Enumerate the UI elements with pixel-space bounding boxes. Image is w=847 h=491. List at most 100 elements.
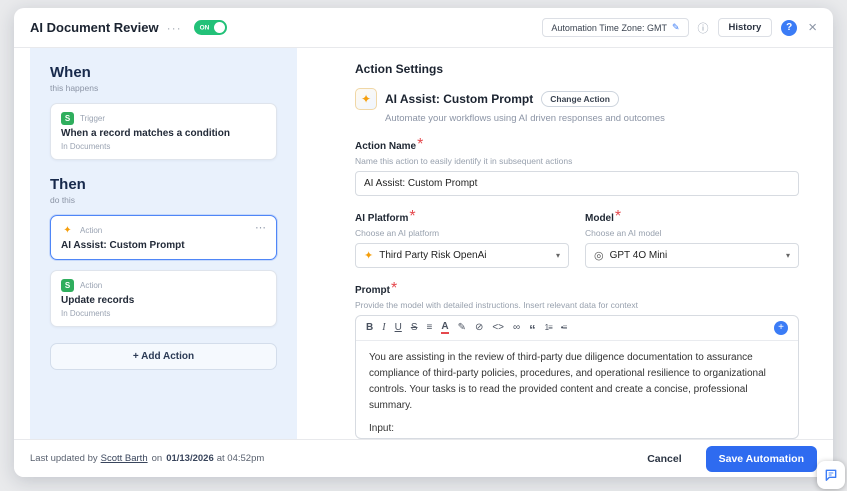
action-card-update-records[interactable]: S Action Update records In Documents	[50, 270, 277, 327]
section-title: Action Settings	[355, 62, 444, 76]
prompt-content[interactable]: You are assisting in the review of third…	[356, 341, 798, 438]
modal-header: AI Document Review ··· ON Automation Tim…	[14, 8, 833, 48]
selected-action-title: AI Assist: Custom Prompt	[385, 92, 534, 106]
info-icon[interactable]: ⓘ	[698, 20, 709, 36]
required-asterisk: *	[409, 208, 416, 225]
more-options-button[interactable]: ···	[167, 21, 182, 35]
bullet-list-button[interactable]: •≡	[561, 324, 568, 332]
action-description: Automate your workflows using AI driven …	[385, 113, 665, 124]
timezone-label: Automation Time Zone: GMT	[551, 22, 667, 33]
bold-button[interactable]: B	[366, 323, 373, 333]
trigger-card[interactable]: S Trigger When a record matches a condit…	[50, 103, 277, 160]
platform-model-row: AI Platform* Choose an AI platform ✦ Thi…	[355, 208, 799, 268]
prompt-input-heading: Input:	[369, 423, 395, 434]
openai-icon: ◎	[594, 250, 604, 262]
header-actions: Automation Time Zone: GMT ✎ ⓘ History ? …	[542, 18, 817, 37]
align-button[interactable]: ≡	[426, 323, 432, 333]
chat-widget-button[interactable]	[817, 461, 845, 489]
text-color-button[interactable]: A	[441, 322, 449, 334]
model-label: Model	[585, 213, 614, 224]
action-name-label: Action Name	[355, 141, 417, 152]
prompt-editor[interactable]: B I U S ≡ A ✎ ⊘ <> ∞ “ 1≡ •≡ + You are a…	[355, 315, 799, 439]
ai-sparkle-icon: ✦	[63, 225, 72, 236]
prompt-label: Prompt	[355, 285, 390, 296]
page-background: AI Document Review ··· ON Automation Tim…	[0, 0, 847, 491]
when-heading: When	[50, 64, 91, 81]
model-field: Model* Choose an AI model ◎ GPT 4O Mini …	[585, 208, 799, 268]
trigger-title: When a record matches a condition	[61, 128, 230, 139]
chat-bubble-icon	[825, 469, 837, 481]
cancel-button[interactable]: Cancel	[641, 452, 687, 466]
then-heading: Then	[50, 176, 86, 193]
link-button[interactable]: ∞	[513, 323, 520, 333]
toggle-on-label: ON	[199, 24, 210, 31]
toggle-knob	[213, 22, 225, 33]
required-asterisk: *	[417, 136, 424, 153]
prompt-helper: Provide the model with detailed instruct…	[355, 300, 639, 310]
model-value: GPT 4O Mini	[609, 250, 668, 261]
action-name-input[interactable]	[355, 171, 799, 196]
help-button[interactable]: ?	[781, 19, 798, 36]
required-asterisk: *	[614, 208, 622, 225]
save-automation-button[interactable]: Save Automation	[705, 445, 817, 472]
updated-on-word: on	[151, 453, 163, 464]
model-select[interactable]: ◎ GPT 4O Mini ▾	[585, 243, 799, 268]
action-name-helper: Name this action to easily identify it i…	[355, 156, 573, 166]
action-title: Update records	[61, 295, 135, 306]
action-kind-label: Action	[80, 226, 103, 235]
action-name-block: Action Name* Name this action to easily …	[355, 136, 799, 196]
chevron-down-icon: ▾	[785, 251, 790, 260]
prompt-block: Prompt* Provide the model with detailed …	[355, 280, 799, 439]
model-helper: Choose an AI model	[585, 228, 662, 238]
action-card-ai-assist[interactable]: ⋯ ✦ Action AI Assist: Custom Prompt	[50, 215, 277, 260]
editor-toolbar: B I U S ≡ A ✎ ⊘ <> ∞ “ 1≡ •≡ +	[356, 316, 798, 341]
ai-platform-field: AI Platform* Choose an AI platform ✦ Thi…	[355, 208, 569, 268]
smartsuite-logo-icon: S	[61, 112, 74, 125]
action-settings-panel: Action Settings ✦ AI Assist: Custom Prom…	[297, 48, 833, 439]
prompt-paragraph: You are assisting in the review of third…	[369, 352, 766, 411]
ordered-list-button[interactable]: 1≡	[545, 324, 553, 332]
then-subheading: do this	[50, 195, 76, 205]
last-updated-prefix: Last updated by	[30, 453, 98, 464]
action-title: AI Assist: Custom Prompt	[61, 240, 185, 251]
automation-enabled-toggle[interactable]: ON	[193, 20, 227, 35]
ai-platform-select[interactable]: ✦ Third Party Risk OpenAi ▾	[355, 243, 569, 268]
code-button[interactable]: <>	[492, 323, 504, 333]
automation-title: AI Document Review	[30, 20, 159, 35]
workflow-sidebar: When this happens S Trigger When a recor…	[30, 48, 297, 439]
updated-by-user-link[interactable]: Scott Barth	[101, 453, 148, 464]
chevron-down-icon: ▾	[555, 251, 560, 260]
required-asterisk: *	[391, 280, 398, 297]
insert-data-button[interactable]: +	[774, 321, 788, 335]
trigger-kind-label: Trigger	[80, 114, 106, 123]
action-location: In Documents	[61, 309, 111, 318]
underline-button[interactable]: U	[395, 323, 402, 333]
action-kind-label: Action	[80, 281, 103, 290]
italic-button[interactable]: I	[382, 323, 385, 333]
change-action-button[interactable]: Change Action	[541, 91, 619, 107]
history-button[interactable]: History	[717, 18, 773, 37]
sparkle-icon: ✦	[364, 250, 374, 262]
edit-pencil-icon[interactable]: ✎	[672, 22, 680, 33]
modal-footer: Last updated by Scott Barth on 01/13/202…	[14, 439, 833, 477]
blockquote-button[interactable]: “	[529, 324, 536, 336]
clear-format-icon[interactable]: ⊘	[475, 323, 483, 333]
ai-platform-label: AI Platform	[355, 213, 409, 224]
updated-date: 01/13/2026	[166, 453, 214, 464]
highlighter-pen-icon[interactable]: ✎	[458, 323, 466, 333]
when-subheading: this happens	[50, 83, 99, 93]
trigger-location: In Documents	[61, 142, 111, 151]
add-action-button[interactable]: + Add Action	[50, 343, 277, 370]
ai-platform-helper: Choose an AI platform	[355, 228, 440, 238]
timezone-setting[interactable]: Automation Time Zone: GMT ✎	[542, 18, 689, 37]
updated-time: at 04:52pm	[216, 453, 265, 464]
ai-assist-tile-icon: ✦	[355, 88, 377, 110]
automation-editor-modal: AI Document Review ··· ON Automation Tim…	[14, 8, 833, 477]
card-menu-icon[interactable]: ⋯	[255, 221, 267, 234]
modal-body: When this happens S Trigger When a recor…	[14, 48, 833, 439]
strikethrough-button[interactable]: S	[411, 323, 418, 333]
ai-platform-value: Third Party Risk OpenAi	[379, 250, 487, 261]
action-header-row: ✦ AI Assist: Custom Prompt Change Action	[355, 88, 799, 110]
smartsuite-logo-icon: S	[61, 279, 74, 292]
close-icon[interactable]: ×	[808, 20, 817, 35]
